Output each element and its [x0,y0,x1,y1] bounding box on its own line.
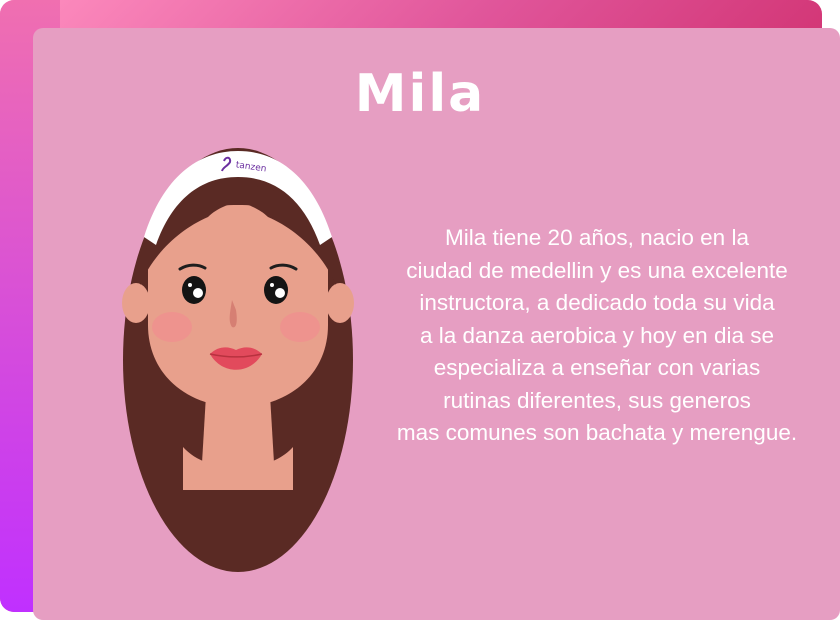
bio-line: rutinas diferentes, sus generos [443,387,751,413]
bio-line: especializa a enseñar con varias [433,355,761,380]
bio-line: instructora, a dedicado toda su vida [419,290,775,315]
character-portrait: tanzen [122,148,354,572]
bio-line: mas comunes son bachata y merengue. [396,420,798,445]
bio-line: a la danza aerobica y hoy en dia se [420,322,774,348]
bio-line: Mila tiene 20 años, nacio en la [445,225,749,250]
left-ear [122,283,150,323]
bio-text: Mila tiene 20 años, nacio en la ciudad d… [362,222,832,450]
left-cheek [152,312,192,342]
right-cheek [280,312,320,342]
profile-name: Mila [354,64,486,124]
bio-line: ciudad de medellin y es una excelente [406,257,788,283]
right-ear [326,283,354,323]
